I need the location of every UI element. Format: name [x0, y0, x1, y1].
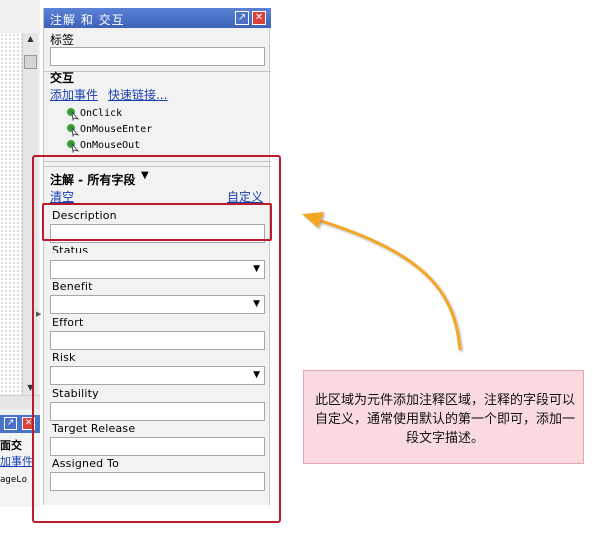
scrollbar-thumb[interactable] — [24, 55, 37, 69]
quick-link[interactable]: 快速链接... — [108, 86, 167, 103]
label-input[interactable] — [50, 47, 265, 66]
label-section-title: 标签 — [50, 33, 75, 47]
event-onclick[interactable]: OnClick — [80, 108, 122, 119]
pin-icon[interactable]: ↗ — [235, 11, 249, 25]
panel-title: 注解 和 交互 — [50, 13, 125, 27]
event-onmouseenter[interactable]: OnMouseEnter — [80, 124, 152, 135]
callout-note-text: 此区域为元件添加注释区域，注释的字段可以自定义，通常使用默认的第一个即可，添加一… — [314, 393, 575, 446]
callout-arrow — [302, 212, 462, 351]
event-icon — [67, 108, 80, 121]
add-event-link[interactable]: 添加事件 — [50, 86, 98, 103]
close-icon[interactable]: ✕ — [252, 11, 266, 25]
divider — [44, 71, 271, 72]
collapsed-panel-heading: 面交 — [0, 439, 22, 452]
event-icon — [67, 124, 80, 137]
collapsed-event-label: ageLo — [0, 475, 28, 485]
scroll-up-icon[interactable]: ▲ — [23, 33, 38, 45]
pin-icon[interactable]: ↗ — [4, 417, 17, 430]
design-canvas[interactable] — [0, 33, 22, 395]
event-onmouseout[interactable]: OnMouseOut — [80, 140, 140, 151]
callout-note: 此区域为元件添加注释区域，注释的字段可以自定义，通常使用默认的第一个即可，添加一… — [303, 370, 584, 464]
panel-titlebar: 注解 和 交互 ↗ ✕ — [44, 8, 271, 28]
event-icon — [67, 140, 80, 153]
interaction-heading: 交互 — [50, 71, 75, 85]
description-highlight-box — [42, 203, 272, 241]
collapsed-add-event-link[interactable]: 加事件 — [0, 453, 33, 469]
